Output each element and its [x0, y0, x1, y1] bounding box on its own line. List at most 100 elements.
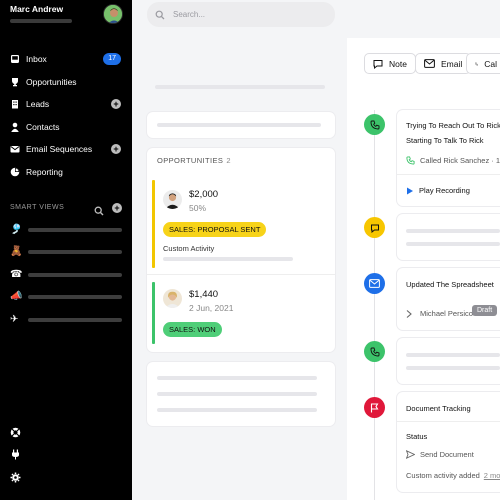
opportunity-date: 2 Jun, 2021 — [189, 303, 234, 313]
sidebar-item-label: Opportunities — [26, 77, 77, 87]
phone-outgoing-icon — [406, 156, 415, 165]
phone-icon — [475, 62, 479, 65]
add-email-sequence-button[interactable]: + — [111, 144, 121, 154]
placeholder-line — [163, 257, 293, 261]
play-recording-button[interactable]: Play Recording — [406, 186, 470, 195]
custom-activity-time: 2 mont — [483, 471, 500, 480]
note-activity-card[interactable] — [397, 214, 500, 260]
sidebar-item-label: Reporting — [26, 167, 63, 177]
placeholder-line — [157, 376, 317, 380]
email-button[interactable]: Email — [415, 53, 472, 74]
send-icon — [406, 450, 415, 459]
opportunity-activity: Custom Activity — [163, 244, 215, 253]
smart-view-item[interactable]: 📣 — [10, 291, 122, 303]
status-badge[interactable]: SALES: PROPOSAL SENT — [163, 222, 267, 237]
teddy-bear-icon: 🧸 — [10, 246, 23, 257]
placeholder-line — [155, 85, 325, 89]
avatar[interactable] — [103, 4, 123, 24]
opportunities-card: OPPORTUNITIES 2 $2,000 50% SALES: PROPOSA… — [147, 148, 335, 352]
email-sender: Michael Persico — [420, 309, 473, 318]
email-activity-from: Michael Persico — [406, 309, 473, 318]
search-icon[interactable] — [94, 203, 104, 221]
draft-badge: Draft — [472, 305, 498, 316]
play-recording-label: Play Recording — [419, 186, 470, 195]
placeholder-line — [406, 366, 500, 370]
smart-view-label-placeholder — [28, 295, 122, 299]
email-activity-title: Updated The Spreadsheet — [406, 280, 494, 289]
call-button-label: Cal — [484, 58, 497, 69]
email-icon — [10, 144, 20, 154]
placeholder-line — [157, 392, 317, 396]
smart-views-title: SMART VIEWS — [10, 204, 65, 211]
add-smart-view-button[interactable]: + — [112, 203, 122, 213]
search-bar[interactable] — [147, 2, 335, 27]
sidebar-item-contacts[interactable]: Contacts — [10, 120, 124, 134]
placeholder-line — [406, 229, 500, 233]
avatar — [163, 190, 182, 209]
chat-bubble-icon — [370, 224, 379, 233]
call-activity-card[interactable]: Trying To Reach Out To Rick Starting To … — [397, 110, 500, 206]
sidebar-item-label: Contacts — [26, 122, 60, 132]
task-activity-card[interactable]: Document Tracking Status Send Document C… — [397, 392, 500, 492]
sidebar-item-label: Inbox — [26, 54, 47, 64]
note-icon — [373, 59, 383, 69]
call-activity-card[interactable] — [397, 338, 500, 384]
call-activity-title: Trying To Reach Out To Rick — [406, 121, 500, 130]
note-button-label: Note — [389, 58, 407, 69]
play-icon — [407, 187, 413, 194]
opportunities-title: OPPORTUNITIES 2 — [157, 156, 231, 165]
placeholder-line — [406, 353, 500, 357]
timeline-call-marker — [364, 341, 385, 362]
opportunity-status-bar — [152, 180, 155, 268]
opportunities-count: 2 — [226, 156, 231, 165]
opportunity-amount: $2,000 — [189, 189, 219, 200]
add-lead-button[interactable]: + — [111, 99, 121, 109]
app: Marc Andrew Inbox 17 Opportunities Leads… — [0, 0, 500, 500]
pie-chart-icon — [10, 167, 20, 177]
opportunity-item[interactable]: $1,440 2 Jun, 2021 SALES: WON — [147, 282, 335, 344]
opportunity-status-bar — [152, 282, 155, 344]
smart-view-label-placeholder — [28, 318, 122, 322]
smart-view-item[interactable]: 🎐 — [10, 224, 122, 236]
pinwheel-icon: 🎐 — [10, 224, 23, 235]
smart-view-label-placeholder — [28, 250, 122, 254]
sidebar-item-reporting[interactable]: Reporting — [10, 165, 124, 179]
email-icon — [369, 279, 380, 288]
smart-view-item[interactable]: ☎ — [10, 269, 122, 281]
opportunity-amount: $1,440 — [189, 289, 219, 300]
user-subtitle-placeholder — [10, 19, 72, 23]
chevron-right-icon[interactable] — [406, 309, 412, 318]
note-button[interactable]: Note — [364, 53, 416, 74]
trophy-icon — [10, 77, 20, 87]
building-icon — [10, 99, 20, 109]
sidebar-item-inbox[interactable]: Inbox 17 — [10, 52, 124, 66]
send-document-label: Send Document — [420, 450, 474, 459]
send-document-item[interactable]: Send Document — [406, 450, 474, 459]
email-activity-card[interactable]: Updated The Spreadsheet Michael Persico … — [397, 268, 500, 330]
sidebar-item-label: Leads — [26, 99, 50, 109]
avatar — [163, 289, 182, 308]
smart-view-item[interactable]: 🧸 — [10, 246, 122, 258]
timeline-call-marker — [364, 114, 385, 135]
opportunity-item[interactable]: $2,000 50% SALES: PROPOSAL SENT Custom A… — [147, 180, 335, 268]
sidebar-item-opportunities[interactable]: Opportunities — [10, 75, 124, 89]
placeholder-line — [406, 242, 500, 246]
help-icon[interactable] — [9, 426, 21, 438]
plug-icon[interactable] — [9, 448, 21, 460]
sidebar-item-email-sequences[interactable]: Email Sequences + — [10, 142, 124, 156]
call-activity-called: Called Rick Sanchez · 1 mi — [420, 156, 500, 165]
settings-icon[interactable] — [9, 471, 21, 483]
search-input[interactable] — [173, 10, 313, 19]
phone-icon — [370, 347, 379, 356]
user-name[interactable]: Marc Andrew — [10, 4, 63, 14]
megaphone-icon: 📣 — [10, 291, 23, 302]
timeline-note-marker — [364, 217, 385, 238]
smart-view-label-placeholder — [28, 273, 122, 277]
call-button[interactable]: Cal — [466, 53, 500, 74]
sidebar-item-leads[interactable]: Leads + — [10, 97, 124, 111]
placeholder-line — [157, 123, 321, 127]
flag-icon — [370, 402, 379, 412]
timeline-line — [374, 110, 375, 500]
smart-view-item[interactable]: ✈ — [10, 314, 122, 326]
status-badge[interactable]: SALES: WON — [163, 322, 222, 337]
